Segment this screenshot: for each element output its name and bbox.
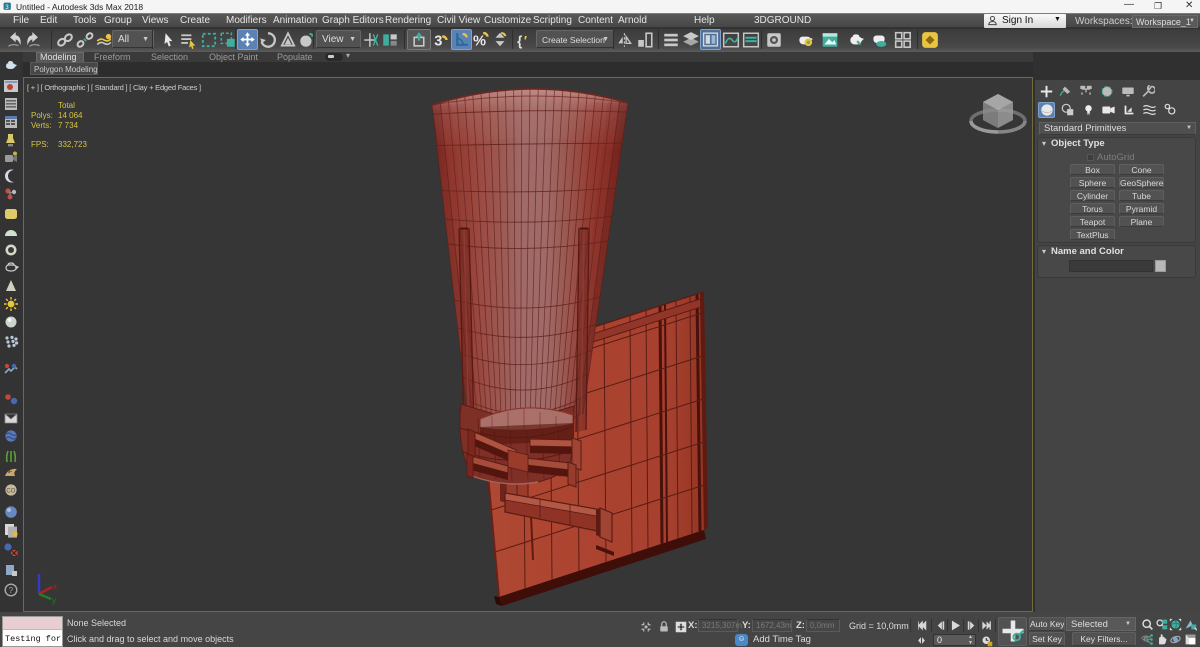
svg-text:′: ′: [524, 34, 527, 49]
svg-text:3: 3: [434, 34, 442, 49]
svg-text:%: %: [473, 34, 486, 49]
svg-text:x: x: [53, 582, 57, 591]
svg-text:HF: HF: [5, 469, 13, 475]
svg-text:{: {: [517, 34, 522, 49]
svg-text:CO: CO: [6, 488, 15, 494]
svg-text:y: y: [52, 596, 56, 605]
svg-text:3: 3: [5, 4, 9, 11]
svg-text:?: ?: [9, 586, 14, 595]
